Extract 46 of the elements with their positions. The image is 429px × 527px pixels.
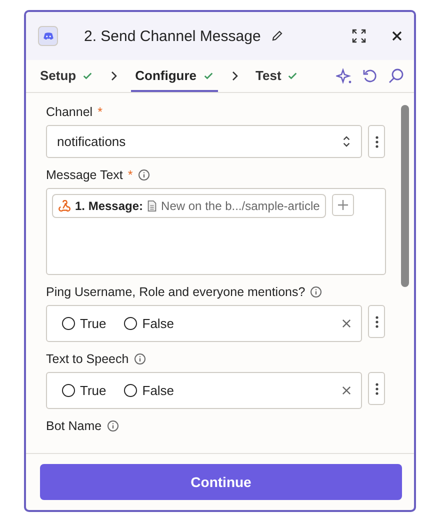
more-options-button[interactable] xyxy=(368,305,385,338)
plus-icon xyxy=(338,200,348,210)
step-tab[interactable]: Configure xyxy=(131,60,218,92)
step-tab[interactable]: Setup xyxy=(36,60,98,92)
info-icon[interactable] xyxy=(134,353,146,365)
info-icon[interactable] xyxy=(310,286,322,298)
data-token[interactable]: 1. Message: New on the b.../sample-article xyxy=(52,194,326,218)
step-tab[interactable]: Test xyxy=(252,60,302,92)
more-options-button[interactable] xyxy=(368,125,385,158)
chat-app-icon xyxy=(38,26,58,46)
field-label: Ping Username, Role and everyone mentions? xyxy=(46,285,306,299)
kebab-icon xyxy=(374,382,378,396)
webhook-icon xyxy=(58,200,71,212)
radio-option[interactable]: False xyxy=(124,316,174,331)
field-label: Message Text xyxy=(46,168,123,182)
info-icon[interactable] xyxy=(106,420,119,432)
chevron-icon xyxy=(111,71,118,81)
field-label: Channel xyxy=(46,105,93,119)
message-text-field[interactable]: 1. Message: New on the b.../sample-article xyxy=(46,188,386,275)
select-value: notifications xyxy=(57,134,126,149)
more-options-button[interactable] xyxy=(368,372,385,405)
required-mark: * xyxy=(98,105,102,119)
kebab-icon xyxy=(374,134,378,148)
required-mark: * xyxy=(128,168,133,182)
clear-button[interactable] xyxy=(342,319,351,328)
clear-button[interactable] xyxy=(342,386,351,395)
field-label: Text to Speech xyxy=(46,352,129,366)
pencil-icon[interactable] xyxy=(270,30,283,42)
document-icon xyxy=(147,200,158,212)
search-icon[interactable] xyxy=(388,68,404,84)
undo-icon[interactable] xyxy=(362,68,378,84)
updown-icon xyxy=(342,135,351,148)
radio-option[interactable]: True xyxy=(62,316,106,331)
expand-button[interactable] xyxy=(350,27,368,45)
info-icon[interactable] xyxy=(138,169,150,181)
field-label: Bot Name xyxy=(46,419,102,433)
sparkle-icon[interactable] xyxy=(336,68,352,84)
panel-title: 2. Send Channel Message xyxy=(84,28,261,44)
continue-button[interactable]: Continue xyxy=(40,464,402,500)
kebab-icon xyxy=(374,314,378,328)
add-button[interactable] xyxy=(332,194,354,216)
channel-select[interactable]: notifications xyxy=(46,125,362,158)
chevron-icon xyxy=(232,71,238,81)
radio-option[interactable]: False xyxy=(124,383,174,398)
radio-option[interactable]: True xyxy=(62,383,106,398)
close-button[interactable] xyxy=(390,29,404,43)
